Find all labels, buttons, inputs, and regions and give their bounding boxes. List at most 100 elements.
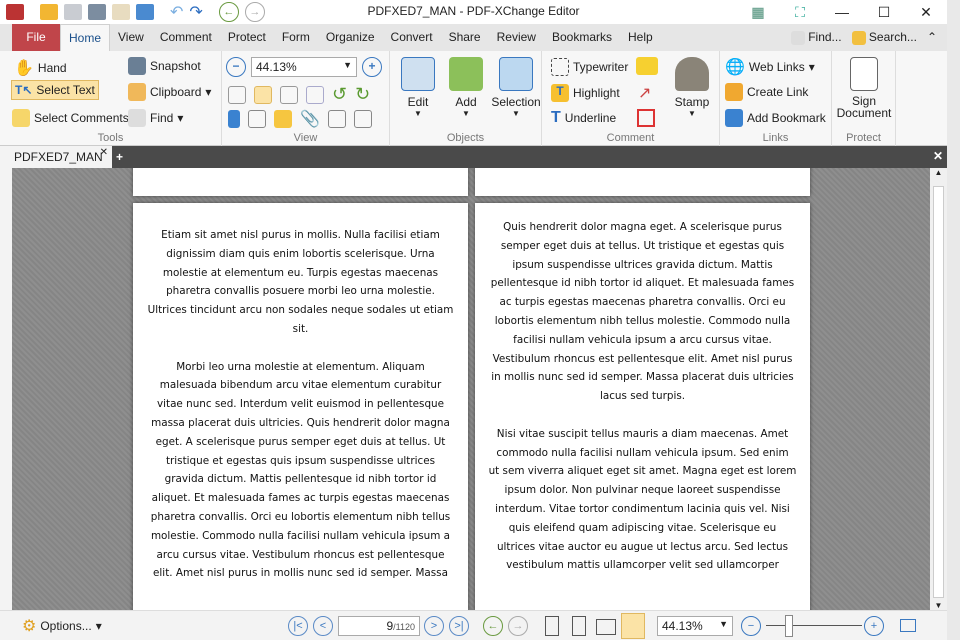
- collapse-ribbon-icon[interactable]: ⌃: [927, 24, 937, 51]
- fit-page-icon[interactable]: [254, 85, 272, 104]
- selection-button[interactable]: Selection ▼: [490, 57, 542, 118]
- prev-page-button[interactable]: <: [313, 616, 333, 636]
- snapshot-button[interactable]: Snapshot: [128, 57, 201, 75]
- content-icon[interactable]: [327, 110, 346, 128]
- zoom-slider[interactable]: [766, 625, 862, 626]
- scan-icon[interactable]: [136, 4, 154, 20]
- zoom-out-icon[interactable]: −: [226, 57, 246, 77]
- zoom-in-button[interactable]: +: [864, 616, 884, 636]
- tab-protect[interactable]: Protect: [220, 24, 274, 51]
- comments-pane-icon[interactable]: [274, 110, 292, 128]
- tab-convert[interactable]: Convert: [383, 24, 441, 51]
- tab-home[interactable]: Home: [60, 24, 111, 51]
- undo-icon[interactable]: ↶: [170, 2, 183, 22]
- properties-icon[interactable]: [353, 110, 372, 128]
- stamp-button[interactable]: Stamp ▼: [670, 57, 714, 118]
- fit-width-icon[interactable]: [280, 85, 298, 104]
- close-all-icon[interactable]: ✕: [933, 149, 943, 163]
- tab-bookmarks[interactable]: Bookmarks: [544, 24, 620, 51]
- fullscreen-icon[interactable]: ⛶: [779, 0, 821, 24]
- email-icon[interactable]: [112, 4, 130, 20]
- close-tab-icon[interactable]: ✕: [100, 147, 108, 158]
- create-link-button[interactable]: Create Link: [725, 83, 808, 101]
- options-button[interactable]: ⚙ Options... ▾: [22, 616, 102, 636]
- actual-size-icon[interactable]: [228, 85, 246, 104]
- document-tab[interactable]: PDFXED7_MAN ✕: [0, 146, 112, 168]
- facing-icon[interactable]: [596, 619, 616, 635]
- continuous-facing-icon[interactable]: [621, 613, 645, 639]
- title-bar: ↶ ↷ ← → PDFXED7_MAN - PDF-XChange Editor…: [0, 0, 947, 24]
- save-icon[interactable]: [64, 4, 82, 20]
- tab-file[interactable]: File: [12, 24, 60, 51]
- print-icon[interactable]: [88, 4, 106, 20]
- page-number-input[interactable]: 9/1120: [338, 616, 420, 636]
- tab-organize[interactable]: Organize: [318, 24, 383, 51]
- rotate-left-icon[interactable]: ↺: [332, 84, 347, 105]
- select-comments-button[interactable]: Select Comments: [12, 109, 129, 127]
- thumbnails-icon[interactable]: [248, 110, 266, 128]
- back-icon[interactable]: ←: [218, 2, 239, 22]
- forward-icon[interactable]: →: [244, 2, 265, 22]
- tab-comment[interactable]: Comment: [152, 24, 220, 51]
- edit-button[interactable]: Edit ▼: [396, 57, 440, 118]
- select-text-button[interactable]: T↖ Select Text: [11, 80, 99, 100]
- continuous-icon[interactable]: [572, 616, 586, 636]
- sticky-note-icon[interactable]: [636, 57, 658, 75]
- tab-help[interactable]: Help: [620, 24, 661, 51]
- next-view-icon[interactable]: →: [508, 616, 528, 636]
- zoom-out-button[interactable]: −: [741, 616, 761, 636]
- customize-icon[interactable]: ▦: [737, 0, 779, 24]
- scroll-down-icon[interactable]: ▼: [930, 601, 947, 610]
- hand-tool-button[interactable]: ✋ Hand: [14, 58, 67, 78]
- text-line: Quis hendrerit dolor magna eget. A scele…: [503, 221, 782, 233]
- redo-icon[interactable]: ↷: [189, 2, 202, 22]
- search-button[interactable]: Search...: [851, 24, 917, 51]
- clipboard-button[interactable]: Clipboard ▾: [128, 83, 211, 101]
- fullscreen-view-icon[interactable]: [900, 619, 916, 632]
- next-page-button[interactable]: >: [424, 616, 444, 636]
- rotate-right-icon[interactable]: ↻: [355, 84, 370, 105]
- zoom-slider-thumb[interactable]: [785, 615, 793, 637]
- document-view[interactable]: Etiam sit amet nisl purus in mollis. Nul…: [12, 168, 930, 610]
- rectangle-icon[interactable]: [637, 109, 655, 127]
- maximize-button[interactable]: ☐: [863, 0, 905, 24]
- scroll-up-icon[interactable]: ▲: [930, 168, 947, 177]
- scroll-thumb[interactable]: [933, 186, 944, 598]
- last-page-button[interactable]: >|: [449, 616, 469, 636]
- tab-view[interactable]: View: [110, 24, 152, 51]
- document-tab-label: PDFXED7_MAN: [14, 150, 103, 164]
- sign-document-button[interactable]: Sign Document: [836, 57, 892, 119]
- text-line: molestie at elementum eu. Turpis egestas…: [162, 266, 439, 279]
- open-folder-icon[interactable]: [40, 4, 58, 20]
- vertical-scrollbar[interactable]: ▲ ▼: [930, 168, 947, 610]
- attachments-icon[interactable]: 📎: [300, 109, 320, 129]
- close-button[interactable]: ✕: [905, 0, 947, 24]
- zoom-in-icon[interactable]: +: [362, 57, 382, 77]
- find-button[interactable]: Find...: [790, 24, 842, 51]
- tab-share[interactable]: Share: [441, 24, 489, 51]
- tab-form[interactable]: Form: [274, 24, 318, 51]
- find-binoculars-icon: [128, 109, 146, 127]
- add-bookmark-button[interactable]: Add Bookmark: [725, 109, 826, 127]
- zoom-select[interactable]: 44.13% ▼: [251, 57, 357, 77]
- add-button[interactable]: Add ▼: [444, 57, 488, 118]
- bookmarks-pane-icon[interactable]: [228, 110, 240, 128]
- new-tab-icon[interactable]: +: [116, 150, 123, 164]
- first-page-button[interactable]: |<: [288, 616, 308, 636]
- typewriter-button[interactable]: Typewriter: [551, 58, 628, 76]
- web-links-button[interactable]: 🌐 Web Links ▾: [725, 57, 815, 77]
- single-page-icon[interactable]: [545, 616, 559, 636]
- underline-button[interactable]: T Underline: [551, 109, 616, 127]
- minimize-button[interactable]: —: [821, 0, 863, 24]
- find-label: Find...: [808, 30, 842, 44]
- fit-visible-icon[interactable]: [306, 85, 324, 104]
- page-left-text: Etiam sit amet nisl purus in mollis. Nul…: [133, 226, 468, 602]
- find-tool-button[interactable]: Find ▾: [128, 109, 183, 127]
- arrow-icon[interactable]: ↗: [638, 83, 651, 103]
- total-pages: /1120: [393, 622, 415, 632]
- highlight-button[interactable]: T Highlight: [551, 84, 620, 102]
- tab-review[interactable]: Review: [489, 24, 544, 51]
- previous-view-icon[interactable]: ←: [483, 616, 503, 636]
- zoom-level-select[interactable]: 44.13% ▼: [657, 616, 733, 636]
- text-line: semper eget duis at tellus. Ut tristique…: [500, 239, 785, 252]
